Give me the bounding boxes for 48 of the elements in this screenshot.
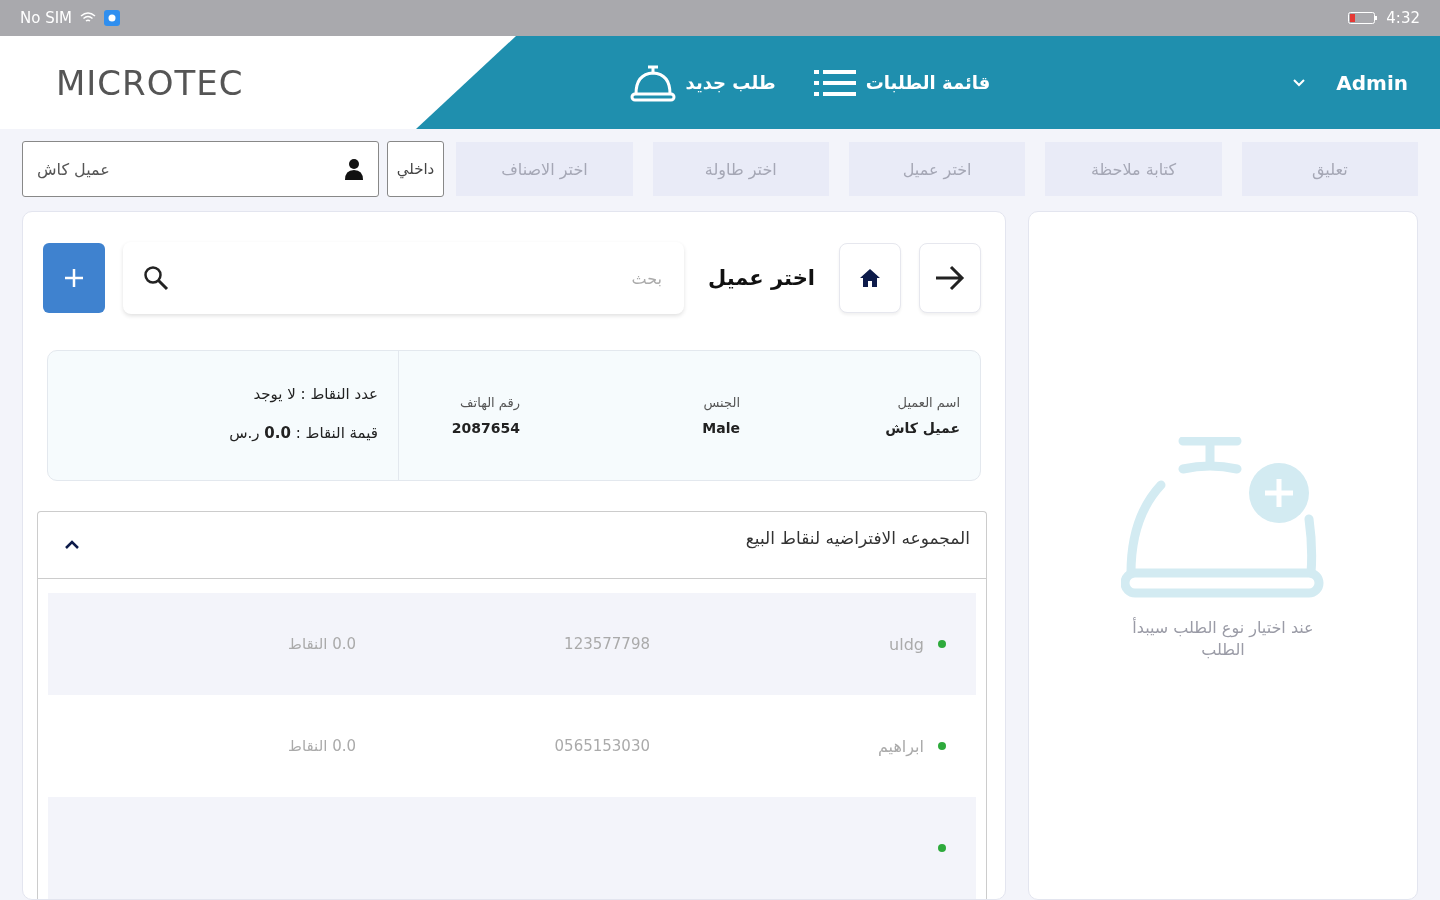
search-input[interactable]: بحث bbox=[179, 267, 664, 289]
empty-state-message: عند اختيار نوع الطلب سيبدأ الطلب bbox=[1131, 617, 1315, 662]
home-icon bbox=[859, 268, 881, 288]
user-menu-button[interactable]: Admin bbox=[1286, 69, 1414, 96]
logo: MICROTEC bbox=[56, 62, 244, 103]
battery-icon bbox=[1348, 12, 1379, 24]
nav-button[interactable]: طلب جديد bbox=[623, 62, 782, 103]
field-label: اسم العميل bbox=[896, 395, 960, 410]
field-label: الجنس bbox=[702, 395, 740, 410]
tab[interactable]: اختر الاصناف bbox=[456, 142, 633, 196]
app-notification-icon bbox=[104, 10, 121, 26]
search-field[interactable]: بحث bbox=[123, 242, 684, 314]
caret-up-icon bbox=[64, 540, 80, 550]
field-label: رقم الهاتف bbox=[459, 395, 520, 410]
wifi-icon bbox=[80, 12, 97, 24]
field-value: 2087654 bbox=[450, 420, 520, 436]
home-button[interactable] bbox=[839, 243, 901, 313]
person-icon bbox=[343, 158, 364, 180]
service-bell-plus-icon bbox=[1121, 437, 1325, 601]
points-count: عدد النقاط : لا يوجد bbox=[252, 385, 378, 403]
field-value: Male bbox=[701, 420, 740, 436]
panel-title: اختر عميل bbox=[707, 266, 815, 290]
customer-points: 0.0 النقاط bbox=[288, 635, 356, 653]
forward-button[interactable] bbox=[919, 243, 981, 313]
add-button[interactable] bbox=[43, 243, 105, 313]
tab[interactable]: كتابة ملاحظة bbox=[1045, 142, 1222, 196]
customer-phone: 123577798 bbox=[563, 635, 650, 653]
arrow-right-icon bbox=[934, 264, 966, 292]
order-type-button[interactable]: داخلي bbox=[386, 141, 445, 197]
customer-name: ابراهيم bbox=[876, 736, 924, 756]
field-value: عميل كاش bbox=[884, 420, 960, 436]
customer-field[interactable]: عميل كاش bbox=[22, 141, 379, 197]
customer-phone: 0565153030 bbox=[553, 737, 650, 755]
clock-text: 4:32 bbox=[1386, 9, 1420, 27]
tab[interactable]: اختر طاولة bbox=[652, 142, 829, 196]
customer-name: uldg bbox=[888, 634, 924, 654]
tab[interactable]: اختر عميل bbox=[848, 142, 1026, 196]
service-bell-icon bbox=[629, 63, 676, 102]
customer-points: 0.0 النقاط bbox=[288, 737, 356, 755]
nav-button[interactable]: قائمة الطلبات bbox=[807, 62, 997, 103]
carrier-text: No SIM bbox=[20, 9, 73, 27]
group-title: المجموعه الافتراضيه لنقاط البيع bbox=[745, 528, 970, 548]
plus-icon bbox=[63, 267, 85, 289]
chevron-down-icon bbox=[1292, 77, 1307, 88]
customer-name: عميل كاش bbox=[37, 159, 110, 179]
search-icon bbox=[143, 265, 169, 291]
tab[interactable]: تعليق bbox=[1241, 142, 1418, 196]
list-icon bbox=[813, 68, 856, 97]
